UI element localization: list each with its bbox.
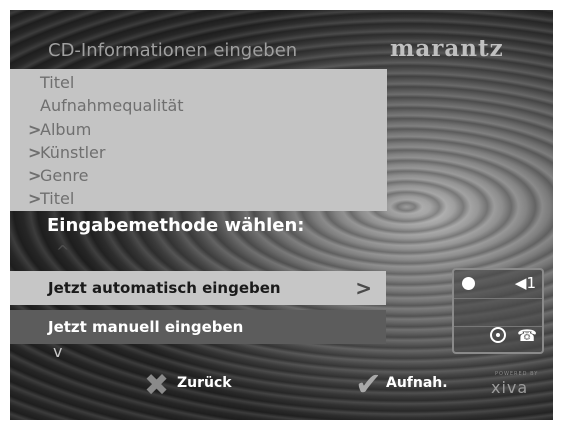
record-button[interactable]: Aufnah. (386, 375, 448, 391)
player-screen: CD-Informationen eingeben marantz Titel … (10, 10, 553, 420)
scroll-down-icon[interactable]: v (53, 342, 62, 361)
cd-icon (490, 327, 506, 343)
check-icon[interactable]: ✔ (355, 365, 382, 403)
info-item-aufnahmequalitaet: Aufnahmequalität (28, 94, 184, 118)
status-row-top: ◀1 (454, 270, 542, 299)
info-item-genre: >Genre (28, 164, 88, 188)
record-dot-icon (462, 277, 475, 290)
page-title: CD-Informationen eingeben (48, 40, 298, 61)
info-item-kuenstler: >Künstler (28, 141, 105, 165)
info-item-titel: Titel (28, 71, 74, 95)
powered-by-label: POWERED BY (495, 371, 539, 377)
option-label: Jetzt automatisch eingeben (48, 279, 281, 297)
chevron-right-icon: > (28, 166, 42, 185)
chevron-right-icon: > (28, 189, 42, 208)
xiva-logo: xiva (491, 378, 529, 397)
status-panel: ◀1 ☎ (452, 268, 544, 354)
chevron-right-icon: > (28, 120, 42, 139)
info-item-label: Titel (40, 189, 75, 208)
info-item-label: Genre (40, 166, 89, 185)
info-item-label: Aufnahmequalität (40, 96, 184, 115)
chevron-right-icon: > (355, 276, 372, 300)
marantz-logo: marantz (390, 35, 504, 62)
option-label: Jetzt manuell eingeben (48, 318, 244, 336)
input-method-prompt: Eingabemethode wählen: (47, 215, 305, 236)
info-item-label: Künstler (40, 143, 106, 162)
chevron-right-icon: > (28, 143, 42, 162)
cd-info-panel: Titel Aufnahmequalität >Album >Künstler … (10, 69, 387, 211)
info-item-titel-2: >Titel (28, 187, 74, 211)
info-item-album: >Album (28, 118, 91, 142)
option-manual-input[interactable]: Jetzt manuell eingeben (10, 310, 386, 344)
phone-icon: ☎ (517, 326, 537, 345)
scroll-up-icon[interactable]: ^ (56, 242, 69, 261)
speaker-icon: ◀1 (514, 274, 536, 292)
close-icon[interactable]: ✖ (144, 368, 169, 403)
back-button[interactable]: Zurück (177, 375, 232, 391)
status-row-middle (454, 298, 542, 327)
option-auto-input[interactable]: Jetzt automatisch eingeben > (10, 271, 386, 305)
info-item-label: Album (40, 120, 92, 139)
info-item-label: Titel (40, 73, 75, 92)
status-row-bottom: ☎ (454, 326, 542, 354)
